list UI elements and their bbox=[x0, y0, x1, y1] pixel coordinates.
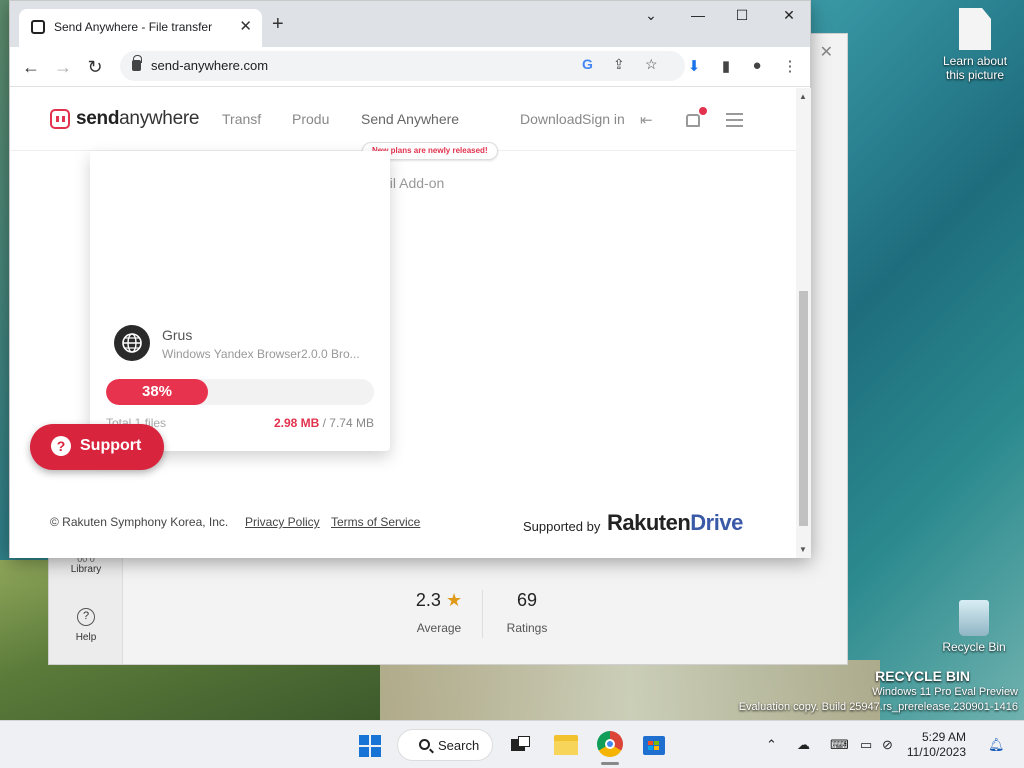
send-anywhere-favicon-icon bbox=[31, 20, 45, 34]
keyboard-icon[interactable]: ⌨ bbox=[830, 737, 849, 753]
chrome-icon[interactable] bbox=[597, 731, 623, 765]
file-explorer-icon[interactable] bbox=[553, 731, 579, 757]
upload-progress-bar: 38% bbox=[106, 379, 374, 405]
network-icon[interactable]: ⊘ bbox=[882, 737, 893, 753]
progress-label: 38% bbox=[141, 383, 173, 400]
watermark-edition: Windows 11 Pro Eval Preview bbox=[872, 686, 1018, 698]
nav-send-anywhere[interactable]: Send Anywhere bbox=[361, 111, 459, 127]
help-question-icon: ? bbox=[51, 436, 71, 456]
help-icon: ? bbox=[77, 608, 95, 626]
privacy-policy-link[interactable]: Privacy Policy bbox=[245, 515, 320, 529]
lock-icon[interactable] bbox=[132, 55, 142, 71]
sidebar-item-help[interactable]: ? Help bbox=[49, 608, 123, 643]
tab-strip: Send Anywhere - File transfer ✕ + ⌄ — ☐ … bbox=[10, 1, 810, 47]
globe-icon bbox=[114, 325, 150, 361]
share-icon[interactable]: ⇪ bbox=[613, 56, 625, 73]
scroll-down-icon[interactable]: ▼ bbox=[799, 545, 807, 554]
learn-picture-shortcut[interactable]: Learn about this picture bbox=[940, 8, 1010, 82]
web-page: sendanywhere Transf Produ Send Anywhere … bbox=[10, 88, 796, 558]
system-clock[interactable]: 5:29 AM 11/10/2023 bbox=[906, 730, 966, 760]
document-icon bbox=[959, 8, 991, 50]
reload-button[interactable]: ↻ bbox=[83, 55, 107, 79]
close-tab-icon[interactable]: ✕ bbox=[239, 17, 252, 35]
site-logo[interactable]: sendanywhere bbox=[76, 108, 199, 130]
watermark-build: Evaluation copy. Build 25947.rs_prerelea… bbox=[738, 701, 1018, 713]
notification-bell-icon[interactable] bbox=[686, 114, 700, 127]
taskbar-search[interactable]: Search bbox=[397, 729, 493, 761]
display-icon[interactable]: ▭ bbox=[860, 737, 872, 753]
cloud-offline-icon[interactable]: ☁ bbox=[797, 737, 810, 753]
transfer-card: Grus Windows Yandex Browser2.0.0 Bro... … bbox=[90, 151, 390, 451]
close-icon[interactable]: ✕ bbox=[820, 42, 833, 62]
page-scrollbar[interactable]: ▲ ▼ bbox=[796, 88, 811, 558]
close-window-button[interactable]: ✕ bbox=[774, 7, 804, 24]
send-anywhere-logo-icon[interactable] bbox=[50, 109, 70, 129]
scroll-thumb[interactable] bbox=[799, 291, 808, 526]
nav-sign-in[interactable]: Sign in bbox=[582, 111, 625, 127]
transfer-sizes: 2.98 MB / 7.74 MB bbox=[273, 416, 374, 430]
tab-send-anywhere[interactable]: Send Anywhere - File transfer ✕ bbox=[19, 9, 262, 47]
search-icon bbox=[419, 739, 430, 750]
download-icon[interactable]: ⬇ bbox=[683, 57, 705, 75]
side-panel-icon[interactable]: ▮ bbox=[715, 57, 737, 75]
forward-button[interactable]: → bbox=[51, 55, 75, 79]
tab-search-chevron-icon[interactable]: ⌄ bbox=[636, 7, 666, 24]
nav-download[interactable]: Download bbox=[520, 111, 582, 127]
hamburger-menu-icon[interactable] bbox=[726, 113, 743, 127]
rakuten-drive-logo[interactable]: RakutenDrive bbox=[607, 510, 743, 536]
nav-transfer[interactable]: Transf bbox=[222, 111, 261, 127]
notification-dot bbox=[699, 107, 707, 115]
minimize-button[interactable]: — bbox=[683, 7, 713, 23]
google-translate-icon[interactable]: G bbox=[582, 56, 593, 72]
nav-products[interactable]: Produ bbox=[292, 111, 329, 127]
windows-start-icon[interactable] bbox=[359, 735, 381, 757]
profile-avatar-icon[interactable]: ● bbox=[746, 57, 768, 74]
maximize-button[interactable]: ☐ bbox=[727, 7, 757, 24]
browser-window: Send Anywhere - File transfer ✕ + ⌄ — ☐ … bbox=[9, 0, 811, 558]
file-meta: Windows Yandex Browser2.0.0 Bro... bbox=[162, 347, 360, 361]
divider bbox=[482, 590, 483, 638]
microsoft-store-icon[interactable] bbox=[641, 731, 667, 757]
new-tab-button[interactable]: + bbox=[272, 13, 284, 36]
browser-toolbar: ← → ↻ send-anywhere.com G ⇪ ☆ ⬇ ▮ ● ⋮ bbox=[10, 47, 810, 87]
notification-bell-icon[interactable]: 🔔︎ bbox=[988, 737, 1005, 753]
terms-of-service-link[interactable]: Terms of Service bbox=[331, 515, 420, 529]
collapse-arrow-icon[interactable]: ⇤ bbox=[640, 111, 653, 129]
star-icon: ★ bbox=[445, 590, 463, 610]
scroll-up-icon[interactable]: ▲ bbox=[799, 92, 807, 101]
supported-by-label: Supported by bbox=[523, 519, 601, 534]
footer-copyright: © Rakuten Symphony Korea, Inc. bbox=[50, 515, 229, 529]
ratings-count: 69 Ratings bbox=[506, 590, 548, 635]
support-button[interactable]: ? Support bbox=[30, 424, 164, 470]
taskbar: Search ⌃ ☁ ⌨ ▭ ⊘ 5:29 AM 11/10/2023 🔔︎ bbox=[0, 720, 1024, 768]
more-menu-icon[interactable]: ⋮ bbox=[779, 57, 801, 75]
task-view-icon[interactable] bbox=[508, 733, 534, 759]
recycle-bin-icon bbox=[959, 600, 989, 636]
bookmark-star-icon[interactable]: ☆ bbox=[645, 56, 658, 73]
watermark-title: RECYCLE BIN bbox=[875, 668, 970, 684]
recycle-bin-shortcut[interactable]: Recycle Bin bbox=[939, 600, 1009, 654]
average-rating: 2.3 ★ Average bbox=[415, 590, 463, 635]
address-bar[interactable]: send-anywhere.com G ⇪ ☆ bbox=[120, 51, 685, 81]
file-name: Grus bbox=[162, 327, 193, 343]
back-button[interactable]: ← bbox=[19, 55, 43, 79]
show-hidden-icons-chevron-icon[interactable]: ⌃ bbox=[766, 737, 777, 753]
